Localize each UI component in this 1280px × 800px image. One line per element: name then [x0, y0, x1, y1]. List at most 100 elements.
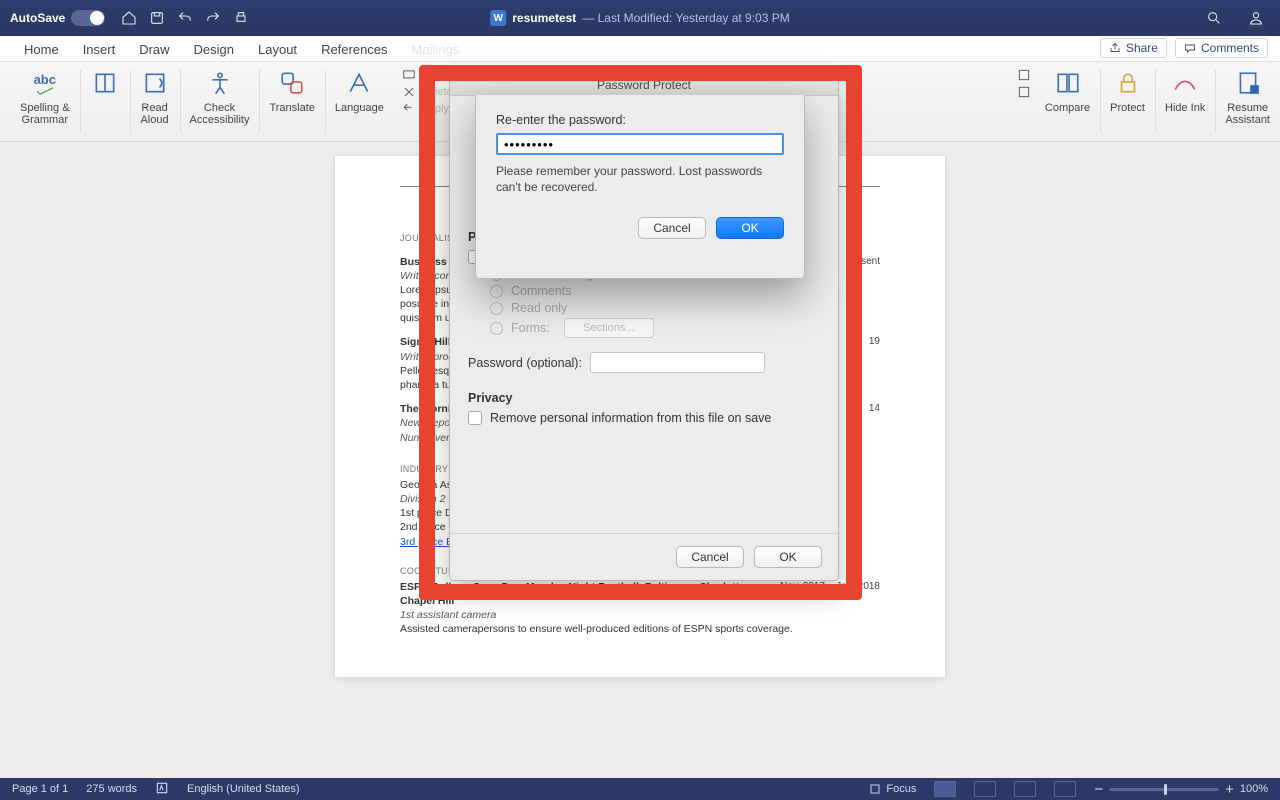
user-icon[interactable] — [1247, 9, 1265, 27]
dialog-cancel-button[interactable]: Cancel — [676, 546, 744, 568]
protection-password-input[interactable] — [590, 352, 765, 373]
zoom-in-button[interactable]: + — [1225, 781, 1234, 798]
tab-home[interactable]: Home — [12, 37, 71, 61]
print-icon[interactable] — [232, 9, 250, 27]
focus-mode[interactable]: Focus — [869, 783, 916, 795]
reenter-warning: Please remember your password. Lost pass… — [496, 163, 784, 195]
spelling-icon: abc — [30, 68, 60, 98]
ribbon-tabs: Home Insert Draw Design Layout Reference… — [0, 36, 1280, 62]
view-draft[interactable] — [1054, 781, 1076, 797]
tracking-icon-row[interactable] — [1017, 68, 1031, 82]
view-outline[interactable] — [1014, 781, 1036, 797]
new-comment[interactable]: New — [402, 68, 453, 82]
status-bar: Page 1 of 1 275 words English (United St… — [0, 778, 1280, 800]
status-words[interactable]: 275 words — [86, 783, 137, 795]
comments-label: Comments — [1201, 41, 1259, 55]
thesaurus-button[interactable] — [80, 62, 130, 141]
spelling-grammar-button[interactable]: abc Spelling & Grammar — [10, 62, 80, 141]
sections-button: Sections... — [564, 318, 654, 338]
language-icon — [344, 68, 374, 98]
accessibility-button[interactable]: Check Accessibility — [180, 62, 260, 141]
cool-dates: Nov. 2017 – Jan. 2018 — [780, 580, 880, 608]
view-web-layout[interactable] — [974, 781, 996, 797]
share-label: Share — [1126, 41, 1158, 55]
forms-radio: Forms:Sections... — [490, 318, 820, 338]
reenter-prompt: Re-enter the password: — [496, 113, 784, 127]
delete-comment[interactable]: Delete — [402, 85, 453, 99]
cool-role: 1st assistant camera — [400, 609, 496, 621]
resume-icon — [1233, 68, 1263, 98]
tab-insert[interactable]: Insert — [71, 37, 128, 61]
sheet-cancel-button[interactable]: Cancel — [638, 217, 706, 239]
language-label: Language — [335, 102, 384, 114]
reply-comment[interactable]: Reply — [402, 102, 453, 116]
view-print-layout[interactable] — [934, 781, 956, 797]
spelling-label: Spelling & Grammar — [20, 102, 70, 126]
hide-ink-button[interactable]: Hide Ink — [1155, 62, 1215, 141]
doc-name: resumetest — [512, 11, 576, 25]
privacy-heading: Privacy — [468, 391, 820, 405]
job3-dates: 14 — [869, 402, 880, 416]
lock-icon — [1113, 68, 1143, 98]
compare-label: Compare — [1045, 102, 1090, 114]
save-icon[interactable] — [148, 9, 166, 27]
tab-design[interactable]: Design — [182, 37, 246, 61]
accessibility-label: Check Accessibility — [190, 102, 250, 126]
remove-personal-info-checkbox[interactable]: Remove personal information from this fi… — [468, 411, 820, 425]
resume-assistant-button[interactable]: Resume Assistant — [1215, 62, 1280, 141]
tab-draw[interactable]: Draw — [127, 37, 181, 61]
tracking-icon-row2[interactable] — [1017, 85, 1031, 99]
status-language[interactable]: English (United States) — [187, 783, 300, 795]
language-button[interactable]: Language — [325, 62, 394, 141]
tab-references[interactable]: References — [309, 37, 399, 61]
status-spellcheck-icon[interactable] — [155, 781, 169, 798]
reenter-password-sheet: Re-enter the password: Please remember y… — [475, 95, 805, 279]
search-icon[interactable] — [1205, 9, 1223, 27]
book-icon — [90, 68, 120, 98]
compare-button[interactable]: Compare — [1035, 62, 1100, 141]
tab-mailings[interactable]: Mailings — [400, 37, 472, 61]
tracking-mini-group — [1009, 62, 1035, 141]
translate-button[interactable]: Translate — [259, 62, 324, 141]
zoom-slider[interactable] — [1109, 788, 1219, 791]
reenter-password-input[interactable] — [496, 133, 784, 155]
job1-dates: present — [847, 255, 880, 269]
ink-icon — [1170, 68, 1200, 98]
redo-icon[interactable] — [204, 9, 222, 27]
sheet-ok-button[interactable]: OK — [716, 217, 784, 239]
comments-button[interactable]: Comments — [1175, 38, 1268, 58]
word-doc-icon: W — [490, 10, 506, 26]
titlebar: AutoSave W resumetest — Last Modified: Y… — [0, 0, 1280, 36]
job2-title: Signal Hill — [400, 336, 451, 348]
autosave-toggle[interactable] — [71, 10, 105, 26]
dialog-title: Password Protect — [450, 74, 838, 96]
read-aloud-icon — [140, 68, 170, 98]
cool-line: ESPN College GameDay, Monday Night Footb… — [400, 581, 748, 607]
autosave-label: AutoSave — [10, 11, 65, 25]
accessibility-icon — [205, 68, 235, 98]
protect-button[interactable]: Protect — [1100, 62, 1155, 141]
zoom-out-button[interactable]: − — [1094, 781, 1103, 798]
status-page[interactable]: Page 1 of 1 — [12, 783, 68, 795]
zoom-controls: − + 100% — [1094, 781, 1268, 798]
hide-ink-label: Hide Ink — [1165, 102, 1205, 114]
translate-icon — [277, 68, 307, 98]
tab-layout[interactable]: Layout — [246, 37, 309, 61]
translate-label: Translate — [269, 102, 314, 114]
share-button[interactable]: Share — [1100, 38, 1167, 58]
protect-label: Protect — [1110, 102, 1145, 114]
read-aloud-label: Read Aloud — [140, 102, 168, 126]
undo-icon[interactable] — [176, 9, 194, 27]
compare-icon — [1053, 68, 1083, 98]
doc-meta: — Last Modified: Yesterday at 9:03 PM — [582, 11, 789, 25]
password-optional-label: Password (optional): — [468, 356, 582, 370]
comments-radio: Comments — [490, 284, 820, 298]
zoom-value[interactable]: 100% — [1240, 783, 1268, 795]
resume-label: Resume Assistant — [1225, 102, 1270, 126]
dialog-ok-button[interactable]: OK — [754, 546, 822, 568]
document-title: W resumetest — Last Modified: Yesterday … — [490, 10, 789, 26]
home-icon[interactable] — [120, 9, 138, 27]
job2-dates: 19 — [869, 335, 880, 349]
readonly-radio: Read only — [490, 301, 820, 315]
read-aloud-button[interactable]: Read Aloud — [130, 62, 180, 141]
